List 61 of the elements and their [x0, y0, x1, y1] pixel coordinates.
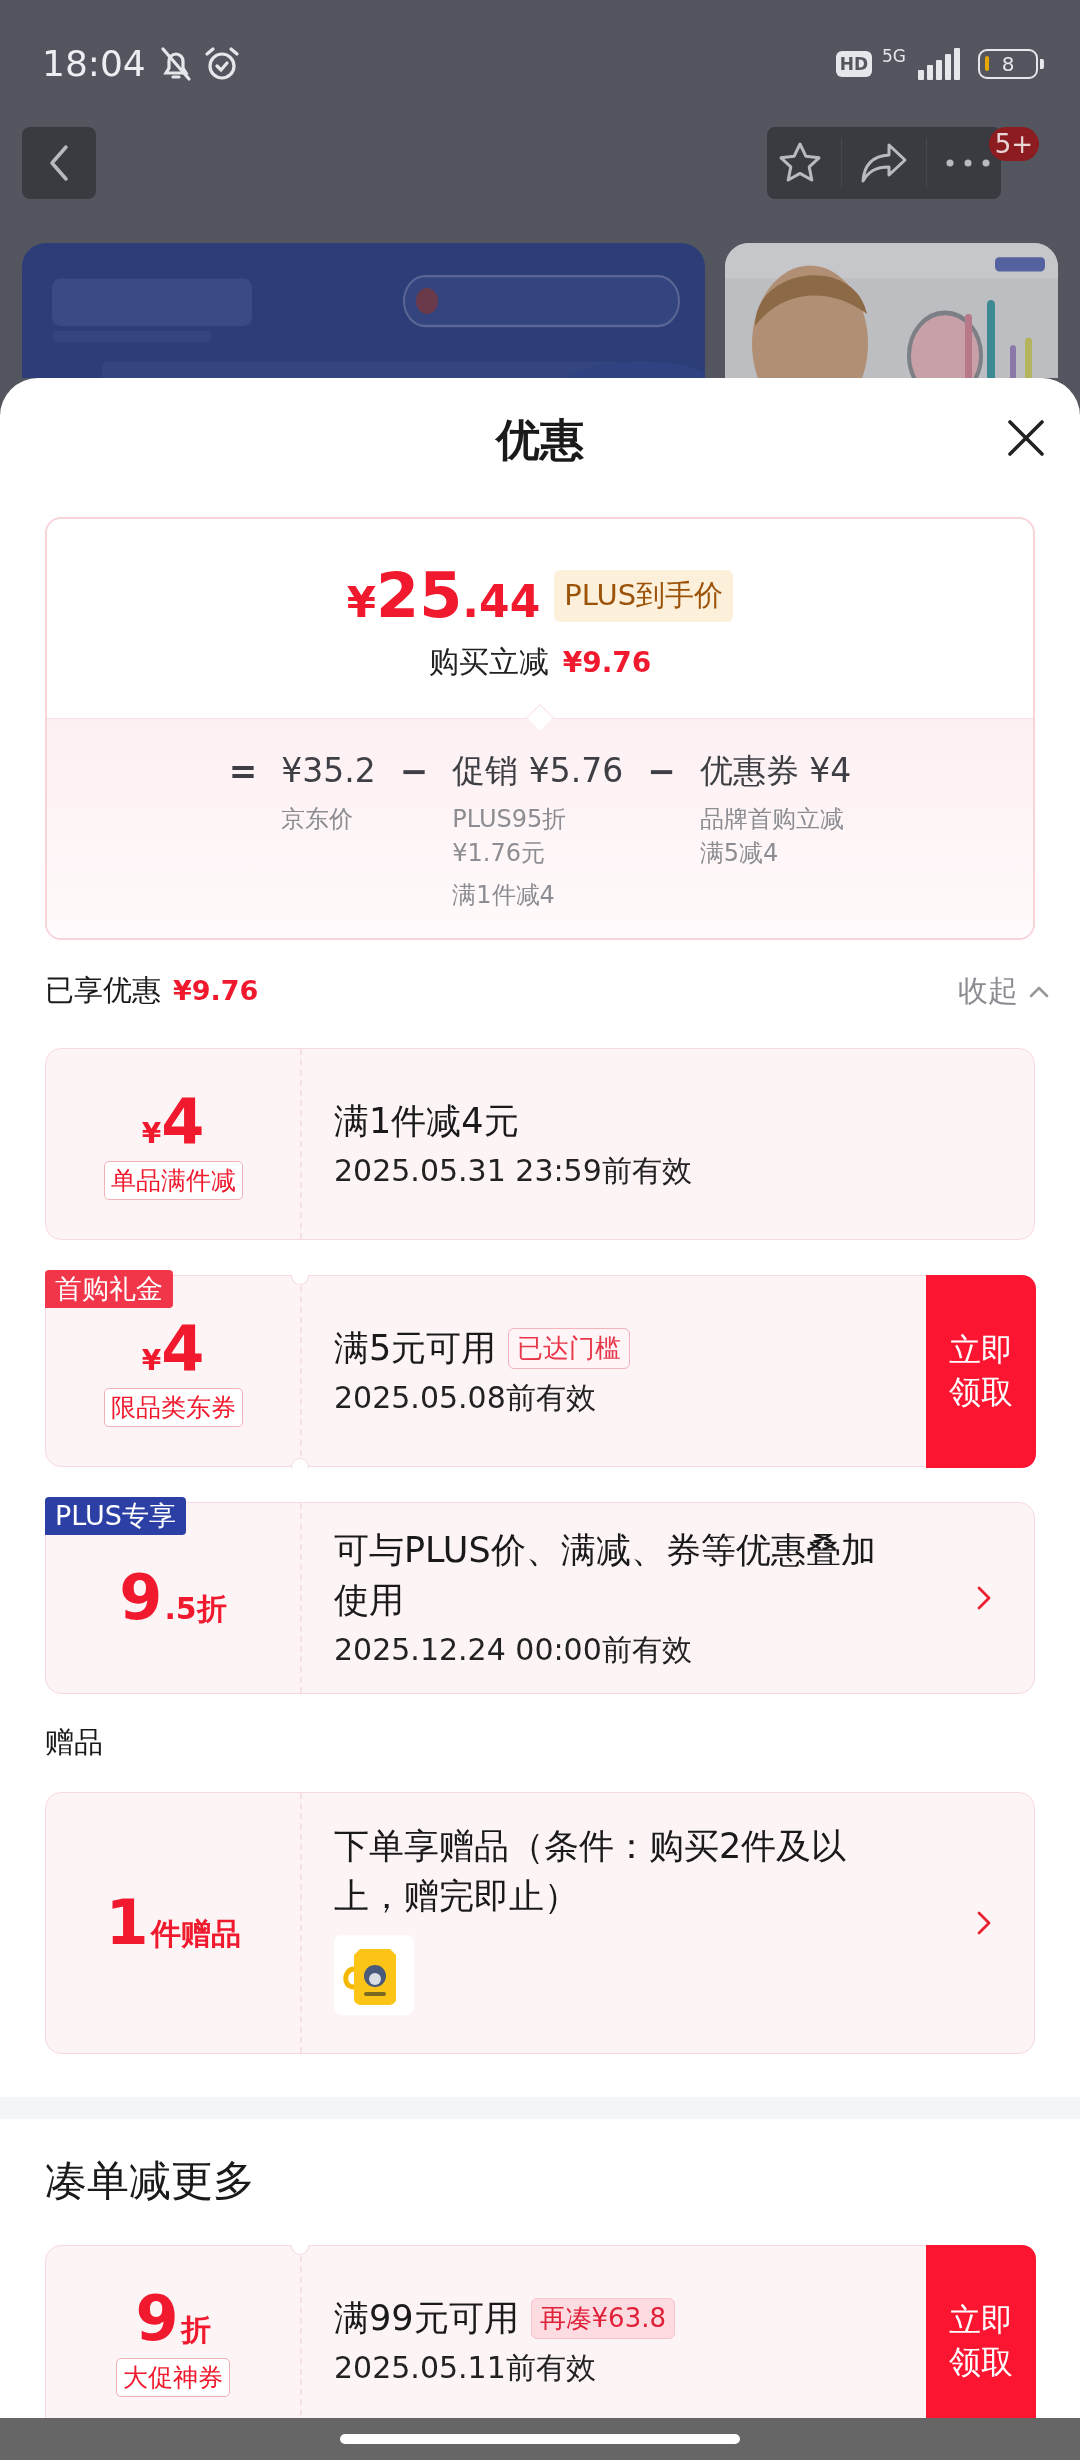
saving-label: 购买立减 — [428, 643, 549, 681]
gift-title: 下单享赠品（条件：购买2件及以上，赠完即止） — [334, 1825, 848, 1918]
price-term: 促销 ¥5.76 — [452, 750, 624, 792]
coupon-title: 可与PLUS价、满减、券等优惠叠加使用 — [334, 1529, 877, 1622]
term-note: 京东价 — [281, 804, 355, 835]
summary-amount: ¥9.76 — [173, 975, 259, 1006]
chevron-right-icon[interactable] — [977, 1586, 991, 1610]
operator-sign: − — [647, 750, 676, 793]
coupon-value: 9折 — [135, 2285, 211, 2352]
section-title: 凑单减更多 — [45, 2155, 256, 2207]
coupon-value: 9.5折 — [119, 1565, 227, 1631]
coupon-title: 满99元可用 — [334, 2297, 519, 2340]
signal-icon — [916, 47, 962, 80]
coupon-value: 1件赠品 — [105, 1890, 241, 1956]
coupon-type-tag: 单品满件减 — [103, 1160, 243, 1200]
summary-label: 已享优惠 — [45, 972, 161, 1009]
price-term: 优惠券 ¥4 — [699, 750, 852, 792]
validity-date: 2025.12.24 00:00前有效 — [334, 1631, 693, 1669]
threshold-badge: 再凑¥63.8 — [530, 2297, 675, 2339]
gift-card[interactable]: 1件赠品 下单享赠品（条件：购买2件及以上，赠完即止） — [45, 1792, 1035, 2054]
coupon-title: 满5元可用 — [334, 1327, 497, 1370]
threshold-badge: 已达门槛 — [508, 1327, 631, 1369]
chevron-left-icon — [47, 143, 71, 183]
price-term: ¥35.2 — [281, 750, 376, 792]
term-note: ¥1.76元 — [452, 838, 546, 869]
sheet-title: 优惠 — [496, 412, 584, 467]
corner-tag: PLUS专享 — [45, 1497, 186, 1535]
coupon-value: ¥4 — [141, 1315, 205, 1382]
coupon-title: 满1件减4元 — [334, 1100, 519, 1143]
ticket-notch — [291, 1274, 309, 1285]
validity-date: 2025.05.31 23:59前有效 — [334, 1152, 693, 1190]
network-label: 5G — [882, 46, 906, 65]
term-note: PLUS95折 — [452, 804, 568, 835]
clock-time: 18:04 — [42, 43, 146, 84]
saving-amount: ¥9.76 — [562, 646, 652, 679]
claim-button[interactable]: 立即领取 — [925, 1274, 1036, 1468]
term-note: 满1件减4 — [452, 880, 556, 911]
coupon-card[interactable]: ¥4 单品满件减 满1件减4元 2025.05.31 23:59前有效 — [45, 1048, 1035, 1240]
ticket-notch — [291, 2244, 309, 2255]
operator-sign: − — [399, 750, 429, 793]
operator-sign: = — [228, 750, 258, 793]
notification-badge: 5+ — [988, 127, 1039, 161]
coupon-type-tag: 大促神券 — [116, 2357, 230, 2397]
chevron-right-icon[interactable] — [977, 1911, 991, 1935]
corner-tag: 首购礼金 — [45, 1270, 173, 1308]
back-button[interactable] — [22, 127, 96, 199]
coupon-card[interactable]: 9折 大促神券 满99元可用 再凑¥63.8 2025.05.11前有效 立即领取 — [45, 2245, 1035, 2418]
coupon-type-tag: 限品类东券 — [103, 1387, 243, 1427]
final-price: ¥25.44 — [346, 559, 541, 632]
term-note: 品牌首购立减 — [699, 804, 845, 835]
claim-button[interactable]: 立即领取 — [925, 2244, 1036, 2418]
section-label: 赠品 — [45, 1724, 104, 1761]
hd-badge: HD — [835, 50, 872, 77]
battery-percent: 8 — [1001, 53, 1015, 74]
validity-date: 2025.05.08前有效 — [334, 1379, 597, 1417]
price-badge: PLUS到手价 — [554, 569, 734, 622]
validity-date: 2025.05.11前有效 — [334, 2349, 597, 2387]
term-note: 满5减4 — [699, 838, 780, 869]
close-icon — [1006, 418, 1046, 458]
coupon-value: ¥4 — [141, 1088, 205, 1155]
ticket-notch — [291, 1457, 309, 1468]
